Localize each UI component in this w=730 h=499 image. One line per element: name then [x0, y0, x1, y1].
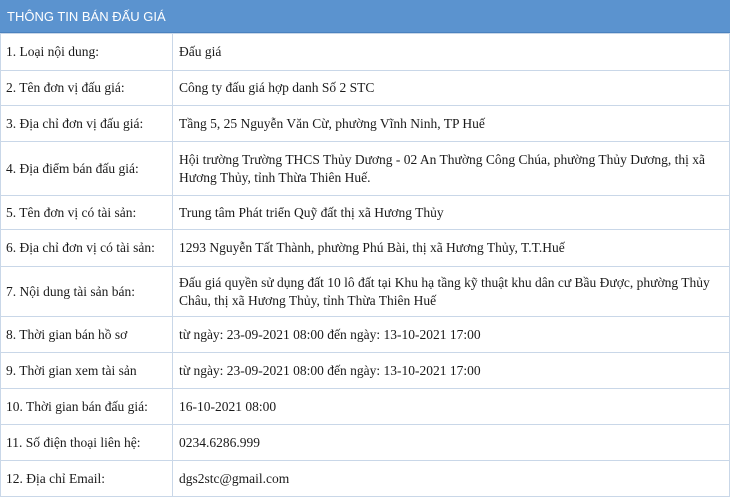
auction-info-table: 1. Loại nội dung: Đấu giá 2. Tên đơn vị … — [0, 33, 730, 497]
row-value: 1293 Nguyễn Tất Thành, phường Phú Bài, t… — [172, 229, 730, 267]
row-value: Hội trường Trường THCS Thủy Dương - 02 A… — [172, 141, 730, 196]
table-row: 6. Địa chỉ đơn vị có tài sản: 1293 Nguyễ… — [0, 229, 730, 267]
row-label: 11. Số điện thoại liên hệ: — [0, 424, 173, 461]
table-row: 3. Địa chỉ đơn vị đấu giá: Tầng 5, 25 Ng… — [0, 105, 730, 142]
row-value: Tầng 5, 25 Nguyễn Văn Cừ, phường Vĩnh Ni… — [172, 105, 730, 142]
table-row: 5. Tên đơn vị có tài sản: Trung tâm Phát… — [0, 195, 730, 230]
row-value: Đấu giá — [172, 33, 730, 71]
row-label: 4. Địa điểm bán đấu giá: — [0, 141, 173, 196]
row-label: 1. Loại nội dung: — [0, 33, 173, 71]
table-row: 11. Số điện thoại liên hệ: 0234.6286.999 — [0, 424, 730, 461]
table-row: 4. Địa điểm bán đấu giá: Hội trường Trườ… — [0, 141, 730, 196]
row-label: 8. Thời gian bán hồ sơ — [0, 316, 173, 353]
table-row: 2. Tên đơn vị đấu giá: Công ty đấu giá h… — [0, 70, 730, 106]
row-label: 7. Nội dung tài sản bán: — [0, 266, 173, 317]
row-value: 0234.6286.999 — [172, 424, 730, 461]
table-row: 9. Thời gian xem tài sản từ ngày: 23-09-… — [0, 352, 730, 389]
row-value: từ ngày: 23-09-2021 08:00 đến ngày: 13-1… — [172, 352, 730, 389]
table-row: 8. Thời gian bán hồ sơ từ ngày: 23-09-20… — [0, 316, 730, 353]
row-value: 16-10-2021 08:00 — [172, 388, 730, 425]
row-label: 10. Thời gian bán đấu giá: — [0, 388, 173, 425]
table-row: 12. Địa chỉ Email: dgs2stc@gmail.com — [0, 460, 730, 497]
email-value: dgs2stc@gmail.com — [172, 460, 730, 497]
auction-info-panel: THÔNG TIN BÁN ĐẤU GIÁ 1. Loại nội dung: … — [0, 0, 730, 499]
row-label: 5. Tên đơn vị có tài sản: — [0, 195, 173, 230]
panel-header-title: THÔNG TIN BÁN ĐẤU GIÁ — [0, 0, 730, 33]
table-row: 7. Nội dung tài sản bán: Đấu giá quyền s… — [0, 266, 730, 317]
row-value: từ ngày: 23-09-2021 08:00 đến ngày: 13-1… — [172, 316, 730, 353]
table-row: 10. Thời gian bán đấu giá: 16-10-2021 08… — [0, 388, 730, 425]
row-label: 12. Địa chỉ Email: — [0, 460, 173, 497]
row-value: Đấu giá quyền sử dụng đất 10 lô đất tại … — [172, 266, 730, 317]
row-value: Công ty đấu giá hợp danh Số 2 STC — [172, 70, 730, 106]
row-label: 9. Thời gian xem tài sản — [0, 352, 173, 389]
row-label: 2. Tên đơn vị đấu giá: — [0, 70, 173, 106]
row-value: Trung tâm Phát triển Quỹ đất thị xã Hươn… — [172, 195, 730, 230]
table-row: 1. Loại nội dung: Đấu giá — [0, 33, 730, 71]
row-label: 3. Địa chỉ đơn vị đấu giá: — [0, 105, 173, 142]
row-label: 6. Địa chỉ đơn vị có tài sản: — [0, 229, 173, 267]
